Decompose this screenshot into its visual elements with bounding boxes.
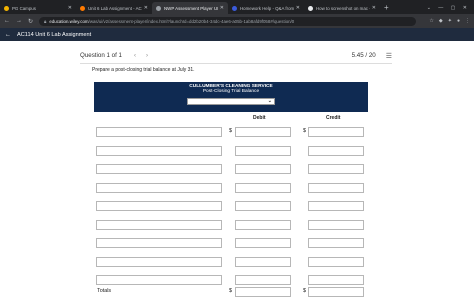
trial-balance-row — [94, 144, 368, 158]
trial-balance-row — [94, 199, 368, 213]
previous-question-icon[interactable]: ‹ — [134, 53, 136, 59]
question-navigation-bar: Question 1 of 1 ‹ › 5.45 / 20 ☰ — [80, 48, 392, 64]
trial-balance-header: CULLUMBER'S CLEANING SERVICE Post-Closin… — [94, 82, 368, 112]
window-controls-icon[interactable]: ⌄ — ▢ ✕ — [427, 2, 474, 14]
statement-title: Post-Closing Trial Balance — [202, 89, 260, 94]
browser-tab[interactable]: How to screenshot on mac - Go... ✕ — [304, 2, 380, 14]
debit-amount-input[interactable] — [235, 201, 291, 211]
trial-balance-row — [94, 181, 368, 195]
credit-amount-input[interactable] — [308, 256, 364, 267]
date-select[interactable]: ⌄ — [187, 98, 275, 105]
assignment-title: AC114 Unit 6 Lab Assignment — [17, 31, 92, 38]
account-title-input[interactable] — [96, 238, 222, 248]
close-tab-icon[interactable]: ✕ — [68, 5, 72, 11]
account-title-input[interactable] — [96, 164, 222, 174]
credit-amount-input[interactable] — [308, 145, 364, 156]
credit-amount-input[interactable] — [308, 164, 364, 174]
debit-amount-input[interactable] — [235, 145, 291, 156]
question-counter: Question 1 of 1 — [80, 52, 122, 59]
credit-amount-input[interactable] — [308, 219, 364, 230]
back-arrow-icon[interactable]: ← — [5, 32, 11, 38]
tab-favicon-icon — [156, 5, 161, 11]
close-tab-icon[interactable]: ✕ — [220, 5, 224, 11]
debit-amount-input[interactable] — [235, 219, 291, 230]
browser-tab[interactable]: PG Campus ✕ — [0, 2, 76, 14]
forward-arrow-icon[interactable]: → — [16, 18, 22, 24]
next-question-icon[interactable]: › — [146, 53, 148, 59]
currency-symbol: $ — [303, 128, 306, 134]
totals-row: Totals $ $ — [94, 285, 368, 299]
trial-balance-row: $ $ — [94, 125, 368, 139]
tab-title: How to screenshot on mac - Go... — [316, 5, 370, 11]
credit-amount-input[interactable] — [308, 127, 364, 137]
credit-amount-input[interactable] — [308, 182, 364, 193]
close-tab-icon[interactable]: ✕ — [372, 5, 376, 11]
debit-amount-input[interactable] — [235, 275, 291, 285]
extension-icon[interactable]: ◆ — [439, 18, 443, 24]
question-prompt: Prepare a post-closing trial balance at … — [92, 67, 195, 73]
currency-symbol: $ — [229, 128, 232, 134]
tab-title: Unit 6 Lab Assignment - AC114 ... — [88, 5, 142, 11]
close-tab-icon[interactable]: ✕ — [296, 5, 300, 11]
puzzle-icon[interactable]: ✦ — [448, 18, 452, 24]
credit-header: Credit — [326, 115, 341, 121]
assignment-header: ← AC114 Unit 6 Lab Assignment — [0, 28, 474, 41]
bookmark-star-icon[interactable]: ☆ — [429, 18, 433, 24]
tab-title: NWP Assessment Player UI Ap... — [164, 5, 218, 11]
credit-amount-input[interactable] — [308, 275, 364, 285]
new-tab-icon[interactable]: + — [384, 2, 389, 14]
menu-dots-icon[interactable]: ⋮ — [465, 18, 470, 24]
address-bar[interactable]: 🔒︎ education.wiley.com /was/ui/v2/assess… — [39, 16, 417, 26]
tab-favicon-icon — [308, 5, 313, 11]
debit-amount-input[interactable] — [235, 256, 291, 267]
lock-icon: 🔒︎ — [44, 18, 47, 24]
browser-tab-active[interactable]: NWP Assessment Player UI Ap... ✕ — [152, 2, 228, 14]
account-title-input[interactable] — [96, 219, 222, 230]
currency-symbol: $ — [303, 288, 306, 294]
trial-balance-row — [94, 255, 368, 269]
debit-amount-input[interactable] — [235, 127, 291, 137]
profile-avatar[interactable]: ● — [457, 18, 460, 24]
debit-amount-input[interactable] — [235, 238, 291, 248]
question-list-icon[interactable]: ☰ — [386, 52, 392, 60]
question-points: 5.45 / 20 — [351, 52, 376, 59]
tab-favicon-icon — [4, 5, 9, 11]
tab-favicon-icon — [232, 5, 237, 11]
browser-tab[interactable]: Homework Help - Q&A from O... ✕ — [228, 2, 304, 14]
account-title-input[interactable] — [96, 182, 222, 193]
chevron-down-icon: ⌄ — [267, 98, 272, 104]
debit-amount-input[interactable] — [235, 182, 291, 193]
credit-amount-input[interactable] — [308, 238, 364, 248]
trial-balance-row — [94, 162, 368, 176]
tab-title: PG Campus — [12, 5, 36, 11]
tab-title: Homework Help - Q&A from O... — [240, 5, 294, 11]
trial-balance-row — [94, 218, 368, 232]
account-title-input[interactable] — [96, 256, 222, 267]
reload-icon[interactable]: ↻ — [28, 18, 33, 25]
account-title-input[interactable] — [96, 145, 222, 156]
debit-header: Debit — [253, 115, 266, 121]
trial-balance-row — [94, 236, 368, 250]
close-tab-icon[interactable]: ✕ — [144, 5, 148, 11]
url-path: /was/ui/v2/assessment-player/index.html?… — [88, 18, 295, 24]
account-title-input[interactable] — [96, 275, 222, 285]
url-domain: education.wiley.com — [49, 18, 89, 24]
back-arrow-icon[interactable]: ← — [4, 18, 10, 24]
credit-amount-input[interactable] — [308, 201, 364, 211]
debit-amount-input[interactable] — [235, 164, 291, 174]
currency-symbol: $ — [229, 288, 232, 294]
browser-tab[interactable]: Unit 6 Lab Assignment - AC114 ... ✕ — [76, 2, 152, 14]
tab-favicon-icon — [80, 5, 85, 11]
totals-label: Totals — [97, 288, 112, 294]
browser-tab-strip: PG Campus ✕ Unit 6 Lab Assignment - AC11… — [0, 0, 474, 14]
account-title-input[interactable] — [96, 127, 222, 137]
browser-toolbar: ← → ↻ 🔒︎ education.wiley.com /was/ui/v2/… — [0, 14, 474, 28]
account-title-input[interactable] — [96, 201, 222, 211]
